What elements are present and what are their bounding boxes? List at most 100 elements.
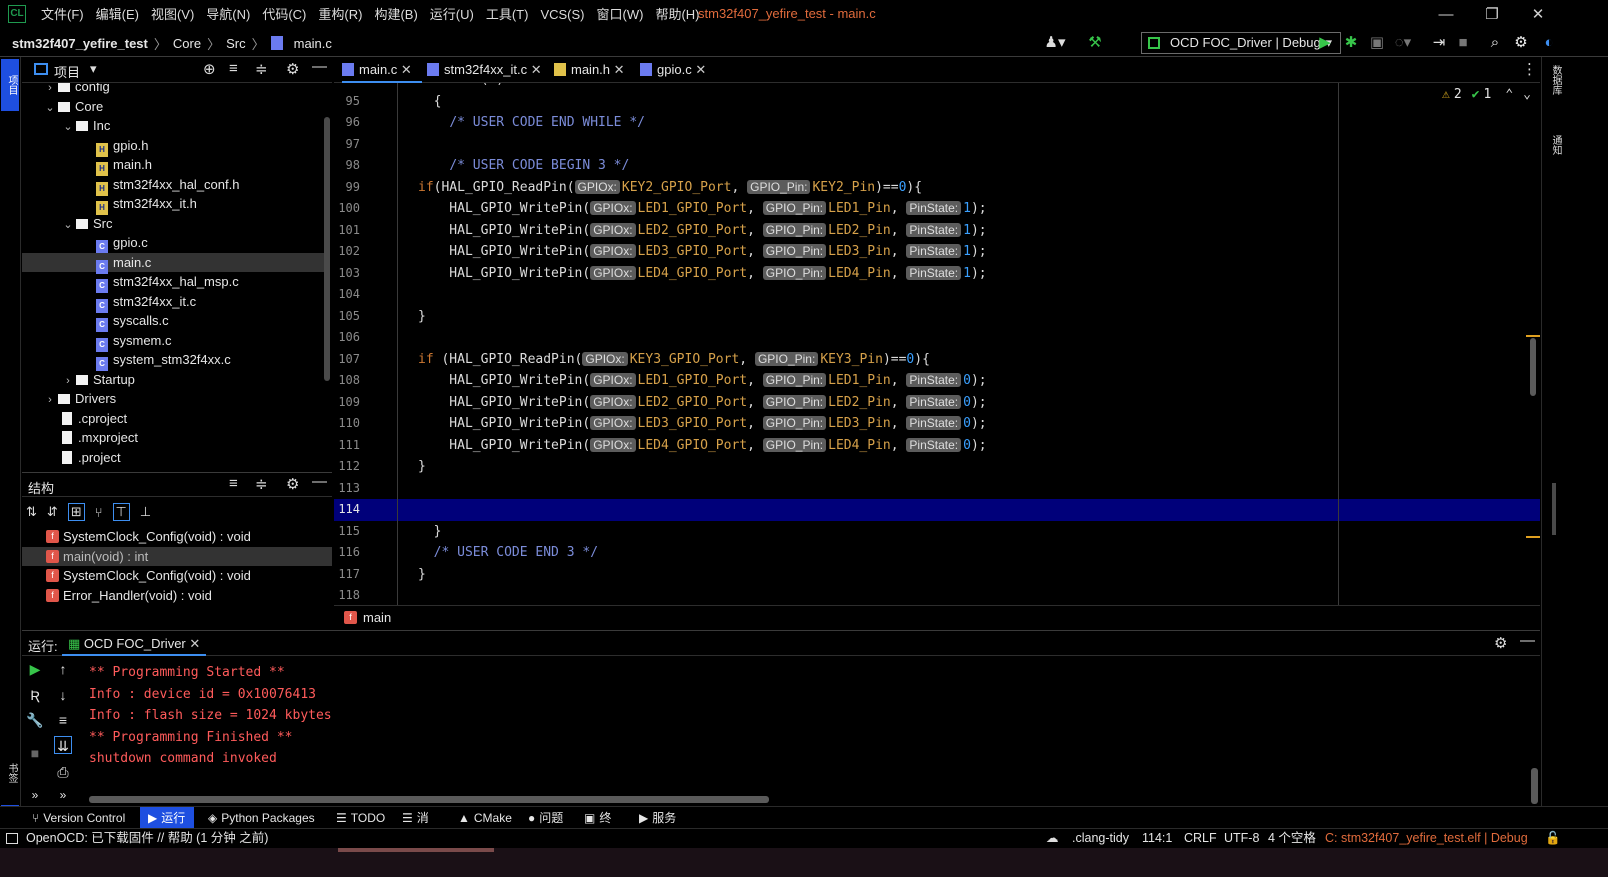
settings-gear-icon[interactable]: ⚙ — [286, 60, 299, 78]
chevron-down-icon[interactable]: ⌄ — [60, 216, 76, 235]
code-line[interactable]: 115 } — [334, 521, 1540, 543]
more-icon[interactable]: » — [54, 786, 72, 804]
status-position[interactable]: 114:1 — [1142, 829, 1172, 849]
tree-item[interactable]: Hgpio.h — [22, 136, 324, 157]
tree-item[interactable]: Cmain.c — [22, 252, 324, 274]
code-line[interactable]: 102 HAL_GPIO_WritePin(GPIOx: LED3_GPIO_Po… — [334, 241, 1540, 263]
settings-gear-icon[interactable]: ⚙ — [286, 475, 299, 493]
menu-item[interactable]: 编辑(E) — [90, 0, 145, 29]
editor-scrollbar[interactable] — [1530, 338, 1536, 396]
menu-item[interactable]: VCS(S) — [534, 0, 590, 29]
chevron-right-icon[interactable]: › — [60, 372, 76, 391]
tab-main-c[interactable]: main.c ✕ — [342, 57, 422, 83]
attach-icon[interactable]: ⇥ — [1428, 31, 1450, 55]
tool-window-3[interactable]: ☰ TODO — [328, 807, 385, 829]
run-config-select[interactable]: OCD FOC_Driver | Debug ▾ — [1141, 32, 1341, 54]
tree-item[interactable]: › Drivers — [22, 389, 324, 409]
settings-gear-icon[interactable]: ⚙ — [1510, 31, 1532, 55]
chevron-down-icon[interactable]: ▾ — [90, 61, 97, 77]
code-line[interactable]: 109 HAL_GPIO_WritePin(GPIOx: LED2_GPIO_Po… — [334, 392, 1540, 414]
tab-main-h[interactable]: main.h ✕ — [554, 57, 634, 83]
breadcrumb-src[interactable]: Src — [226, 36, 246, 51]
tab-gpio-c[interactable]: gpio.c ✕ — [640, 57, 720, 83]
stop-icon[interactable]: ■ — [1452, 31, 1474, 55]
tree-item[interactable]: ⌄ Core — [22, 97, 324, 117]
sort-type-icon[interactable]: ⇵ — [47, 504, 58, 520]
user-icon[interactable]: ♟▾ — [1044, 31, 1066, 55]
tool-window-5[interactable]: ▲ CMake — [450, 807, 512, 829]
menu-item[interactable]: 工具(T) — [480, 0, 535, 29]
status-encoding[interactable]: UTF-8 — [1224, 829, 1259, 849]
close-icon[interactable]: ✕ — [695, 62, 706, 77]
expand-all-icon[interactable]: ≡ — [229, 60, 238, 77]
hide-panel-icon[interactable]: — — [1520, 632, 1535, 649]
code-line[interactable]: 101 HAL_GPIO_WritePin(GPIOx: LED2_GPIO_Po… — [334, 220, 1540, 242]
scroll-down-icon[interactable]: ↓ — [54, 686, 72, 704]
tree-item[interactable]: Cstm32f4xx_hal_msp.c — [22, 272, 324, 293]
project-tool-tab[interactable]: 项目 — [1, 59, 19, 111]
project-panel-title[interactable]: 项目 — [54, 62, 80, 81]
code-line[interactable]: 96 /* USER CODE END WHILE */ — [334, 112, 1540, 134]
console-v-scrollbar[interactable] — [1531, 768, 1538, 804]
hide-panel-icon[interactable]: — — [312, 473, 327, 490]
chevron-down-icon[interactable]: ⌄ — [60, 118, 76, 137]
code-line[interactable]: 104 — [334, 284, 1540, 306]
menu-item[interactable]: 代码(C) — [256, 0, 312, 29]
hide-panel-icon[interactable]: — — [312, 58, 327, 75]
menu-item[interactable]: 导航(N) — [200, 0, 256, 29]
side-scroll-handle[interactable] — [1552, 483, 1556, 535]
bookmarks-tool-tab[interactable]: 书签 — [1, 749, 19, 797]
code-line[interactable]: 99 if(HAL_GPIO_ReadPin(GPIOx: KEY2_GPIO_Po… — [334, 177, 1540, 199]
tree-item[interactable]: .cproject — [22, 409, 324, 429]
tree-item[interactable]: Csystem_stm32f4xx.c — [22, 350, 324, 371]
tree-item[interactable]: Hmain.h — [22, 155, 324, 176]
chevron-right-icon[interactable]: › — [42, 391, 58, 410]
inherited-icon[interactable]: ⑂ — [95, 505, 103, 520]
autoscroll-icon[interactable]: ⊥ — [140, 504, 151, 520]
menu-item[interactable]: 文件(F) — [35, 0, 90, 29]
tree-item[interactable]: Cstm32f4xx_it.c — [22, 292, 324, 313]
collapse-all-icon[interactable]: ≑ — [255, 475, 268, 493]
menu-item[interactable]: 构建(B) — [368, 0, 423, 29]
code-line[interactable]: 114 — [334, 499, 1540, 521]
code-line[interactable]: 107 if (HAL_GPIO_ReadPin(GPIOx: KEY3_GPIO_… — [334, 349, 1540, 371]
code-editor[interactable]: 94 while (1)95 {96 /* USER CODE END WHIL… — [334, 83, 1540, 605]
scroll-up-icon[interactable]: ↑ — [54, 660, 72, 678]
restart-icon[interactable]: Ʀ — [26, 686, 44, 704]
status-message[interactable]: OpenOCD: 已下载固件 // 帮助 (1 分钟 之前) — [26, 829, 268, 849]
code-line[interactable]: 108 HAL_GPIO_WritePin(GPIOx: LED1_GPIO_Po… — [334, 370, 1540, 392]
code-line[interactable]: 112} — [334, 456, 1540, 478]
more-icon[interactable]: » — [26, 786, 44, 804]
inspection-widget[interactable]: ⚠ 2 ✔ 1 ⌃ ⌄ — [1442, 87, 1531, 102]
structure-item[interactable]: f main(void) : int — [22, 546, 332, 566]
code-line[interactable]: 97 — [334, 134, 1540, 156]
tool-window-0[interactable]: ⑂ Version Control — [24, 807, 134, 829]
close-icon[interactable]: ✕ — [401, 62, 412, 77]
profile-icon[interactable]: ◌▾ — [1392, 31, 1414, 55]
breadcrumb-project[interactable]: stm32f407_yefire_test — [12, 36, 148, 51]
structure-item[interactable]: f Error_Handler(void) : void — [22, 586, 332, 606]
code-line[interactable]: 98 /* USER CODE BEGIN 3 */ — [334, 155, 1540, 177]
minimize-button[interactable]: — — [1423, 0, 1469, 29]
tool-windows-icon[interactable] — [6, 833, 18, 844]
tree-item[interactable]: Csyscalls.c — [22, 311, 324, 332]
breadcrumb-file[interactable]: main.c — [294, 36, 332, 51]
debug-bug-icon[interactable]: ✱ — [1340, 31, 1362, 55]
tool-window-1[interactable]: ▶ 运行 — [140, 807, 194, 829]
plugin-icon[interactable]: ◐ — [1538, 31, 1560, 55]
code-line[interactable]: 118 — [334, 585, 1540, 605]
menu-item[interactable]: 运行(U) — [424, 0, 480, 29]
locate-icon[interactable]: ⊕ — [203, 60, 216, 78]
breadcrumb-function[interactable]: main — [363, 610, 391, 625]
notifications-tool-tab[interactable]: 通知 — [1545, 135, 1563, 185]
tree-item[interactable]: .mxproject — [22, 428, 324, 448]
prev-highlight-icon[interactable]: ⌃ — [1505, 87, 1513, 102]
restore-button[interactable]: ❐ — [1469, 0, 1515, 29]
code-line[interactable]: 103 HAL_GPIO_WritePin(GPIOx: LED4_GPIO_Po… — [334, 263, 1540, 285]
build-hammer-icon[interactable]: ⚒ — [1084, 31, 1106, 55]
code-line[interactable]: 110 HAL_GPIO_WritePin(GPIOx: LED3_GPIO_Po… — [334, 413, 1540, 435]
tool-window-8[interactable]: ▶ 服务 — [631, 807, 677, 829]
close-button[interactable]: ✕ — [1515, 0, 1561, 29]
tree-item[interactable]: .project — [22, 448, 324, 468]
print-icon[interactable]: ⎙ — [54, 763, 72, 781]
